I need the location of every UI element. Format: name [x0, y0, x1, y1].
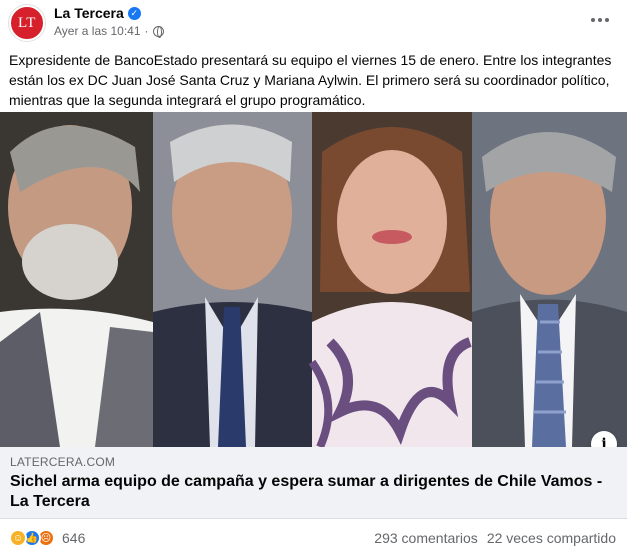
post-text: Expresidente de BancoEstado presentará s… [9, 52, 612, 108]
link-preview[interactable]: LATERCERA.COM Sichel arma equipo de camp… [0, 447, 627, 519]
verified-badge-icon: ✓ [127, 6, 141, 20]
post-header: LT La Tercera ✓ Ayer a las 10:41 · [0, 0, 627, 46]
reactions-summary[interactable]: ☺ 👍 ☹ 646 [9, 529, 85, 547]
reaction-count[interactable]: 646 [62, 530, 85, 546]
post-photo[interactable]: i [0, 112, 627, 447]
globe-icon[interactable] [152, 25, 164, 38]
post-meta: Ayer a las 10:41 · [54, 24, 164, 38]
meta-separator: · [144, 24, 149, 38]
portraits-collage [0, 112, 627, 447]
haha-reaction-icon: ☺ [9, 529, 27, 547]
comments-count[interactable]: 293 comentarios [374, 530, 478, 546]
page-avatar[interactable]: LT [9, 5, 45, 41]
link-domain: LATERCERA.COM [10, 455, 116, 469]
link-title[interactable]: Sichel arma equipo de campaña y espera s… [10, 472, 610, 512]
portrait-1 [0, 112, 153, 447]
shares-count[interactable]: 22 veces compartido [487, 530, 616, 546]
post-footer: ☺ 👍 ☹ 646 293 comentarios 22 veces compa… [0, 519, 627, 557]
page-name-row: La Tercera ✓ [54, 5, 141, 21]
post-card: LT La Tercera ✓ Ayer a las 10:41 · Expre… [0, 0, 627, 557]
portrait-2 [153, 112, 312, 447]
post-timestamp[interactable]: Ayer a las 10:41 [54, 24, 141, 38]
portrait-4 [472, 112, 627, 447]
page-name-link[interactable]: La Tercera [54, 5, 124, 21]
portrait-3 [308, 112, 472, 447]
engagement-stats: 293 comentarios 22 veces compartido [374, 530, 616, 546]
more-options-icon[interactable] [587, 10, 613, 30]
